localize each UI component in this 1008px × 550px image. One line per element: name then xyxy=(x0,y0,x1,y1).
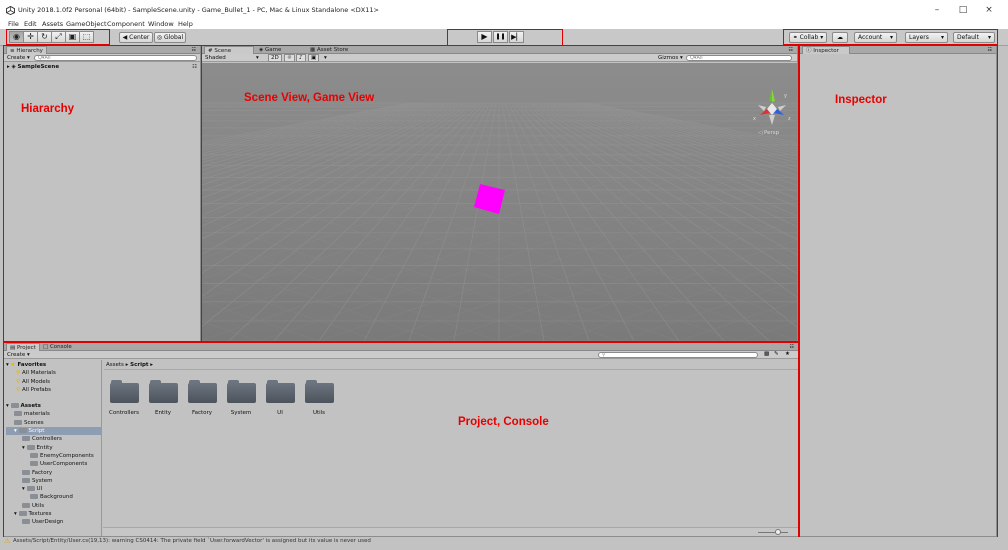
step-button-icon[interactable]: ▶▏ xyxy=(509,31,524,43)
minimize-button[interactable]: – xyxy=(929,4,945,16)
menu-component[interactable]: Component xyxy=(107,19,145,29)
menu-gameobject[interactable]: GameObject xyxy=(66,19,107,29)
cloud-icon[interactable]: ☁ xyxy=(832,32,848,43)
status-message: Assets/Script/Entity/User.cs(19,13): war… xyxy=(13,538,371,544)
pause-button-icon[interactable]: ❚❚ xyxy=(493,31,508,43)
play-button-icon[interactable]: ▶ xyxy=(477,31,492,43)
rect-tool-icon[interactable]: ▣ xyxy=(65,31,80,43)
layout-dropdown[interactable]: Default ▾ xyxy=(953,32,995,43)
menu-assets[interactable]: Assets xyxy=(42,19,63,29)
window-title: Unity 2018.1.0f2 Personal (64bit) - Samp… xyxy=(18,6,379,14)
transform-tool-icon[interactable]: ⬚ xyxy=(79,31,94,43)
menu-edit[interactable]: Edit xyxy=(24,19,37,29)
rotate-tool-icon[interactable]: ↻ xyxy=(37,31,52,43)
maximize-button[interactable]: □ xyxy=(955,4,971,16)
layers-label: Layers xyxy=(909,34,929,41)
chevron-down-icon: ▾ xyxy=(940,34,944,41)
unity-logo-icon xyxy=(6,6,15,15)
chevron-down-icon: ▾ xyxy=(889,34,893,41)
view-tool-icon[interactable]: ◉ xyxy=(9,31,24,43)
menu-file[interactable]: File xyxy=(8,19,19,29)
project-highlight xyxy=(3,342,799,538)
warning-icon: ⚠ xyxy=(4,537,11,545)
scale-tool-icon[interactable]: ⤢ xyxy=(51,31,66,43)
global-space-button[interactable]: ◎ Global xyxy=(154,32,186,43)
main-toolbar: ◉ ✛ ↻ ⤢ ▣ ⬚ ◀ Center ◎ Global ▶ ❚❚ ▶▏ ⚭ … xyxy=(0,29,1008,46)
account-label: Account xyxy=(858,34,883,41)
transform-tools: ◉ ✛ ↻ ⤢ ▣ ⬚ xyxy=(9,31,94,43)
collab-button[interactable]: ⚭ Collab ▾ xyxy=(789,32,827,43)
layers-dropdown[interactable]: Layers ▾ xyxy=(905,32,948,43)
chevron-down-icon: ▾ xyxy=(987,34,991,41)
account-dropdown[interactable]: Account ▾ xyxy=(854,32,897,43)
close-button[interactable]: × xyxy=(981,4,997,16)
title-bar: Unity 2018.1.0f2 Personal (64bit) - Samp… xyxy=(0,0,1008,19)
menu-help[interactable]: Help xyxy=(178,19,193,29)
inspector-highlight xyxy=(799,45,998,538)
menu-bar: File Edit Assets GameObject Component Wi… xyxy=(0,19,1008,29)
hierarchy-highlight xyxy=(3,45,202,342)
move-tool-icon[interactable]: ✛ xyxy=(23,31,38,43)
layout-label: Default xyxy=(957,34,979,41)
pivot-center-button[interactable]: ◀ Center xyxy=(119,32,153,43)
scene-highlight xyxy=(201,45,799,342)
status-bar[interactable]: ⚠ Assets/Script/Entity/User.cs(19,13): w… xyxy=(0,537,1008,550)
menu-window[interactable]: Window xyxy=(148,19,174,29)
